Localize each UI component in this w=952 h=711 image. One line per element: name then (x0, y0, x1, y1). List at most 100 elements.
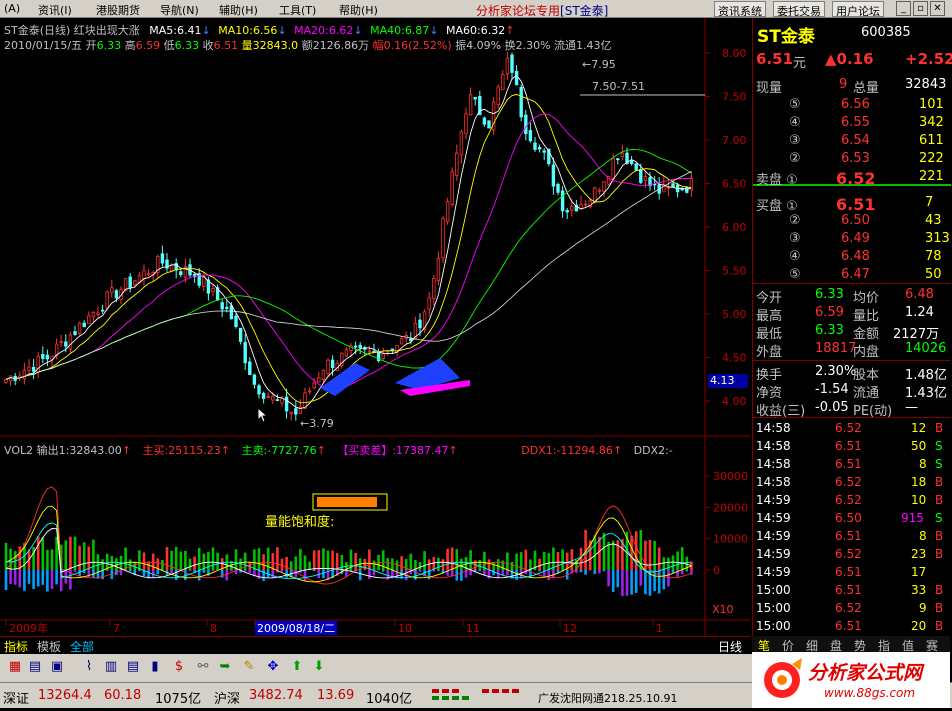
menu-item-help[interactable]: 帮助(H) (339, 2, 378, 18)
chart-icon[interactable]: ▦ (6, 658, 24, 676)
link-icon[interactable]: ⚯ (194, 658, 212, 676)
vol-bar (124, 548, 127, 570)
sz-amount: 1075亿 (155, 688, 201, 707)
vol-bar (161, 560, 164, 570)
close-icon[interactable]: ✕ (930, 1, 945, 16)
sz-index: 13264.4 (38, 688, 92, 703)
tick-volume: 12 (911, 421, 926, 435)
vol-bar (630, 570, 633, 595)
tab-all[interactable]: 全部 (70, 638, 94, 655)
vol-bar (548, 553, 551, 570)
trade-button[interactable]: 委托交易 (773, 1, 825, 17)
stat-value: 6.33 (815, 323, 844, 338)
vol-bar (548, 570, 551, 580)
order-level: ⑤ (789, 267, 801, 282)
candle-body (359, 345, 362, 347)
menu-item-aux[interactable]: 辅助(H) (219, 2, 258, 18)
candle-body (221, 303, 224, 309)
grid-icon[interactable]: ▤ (26, 658, 44, 676)
pen-icon[interactable]: ✎ (240, 658, 258, 676)
forum-button[interactable]: 用户论坛 (832, 1, 884, 17)
vol-bar (580, 570, 583, 572)
tick-row: 14:596.50915S (753, 510, 951, 528)
vol-bar (129, 570, 132, 571)
move-icon[interactable]: ✥ (264, 658, 282, 676)
vol-bar (189, 570, 192, 571)
candle-body (115, 291, 118, 298)
vol-bar (373, 561, 376, 570)
quote-panel: ST金泰 600385 6.51 元 ▲0.16 +2.52 现量 9 总量 3… (752, 18, 950, 636)
ma5-label: MA5:6.41 (149, 24, 201, 37)
vol-bar (331, 551, 334, 570)
order-price: 6.55 (841, 115, 870, 130)
order-level: 卖盘 ① (756, 169, 798, 188)
candle-body (672, 184, 675, 187)
vol-bar (423, 551, 426, 570)
menu-item-nav[interactable]: 导航(N) (160, 2, 199, 18)
candle-body (529, 130, 532, 140)
order-price: 6.50 (841, 213, 870, 228)
tick-side: B (935, 475, 943, 489)
volume-saturation-label: 量能饱和度: (265, 511, 334, 530)
info-system-button[interactable]: 资讯系统 (714, 1, 766, 17)
buy-level: ②6.5043 (753, 212, 951, 230)
stat-value: 18817 (815, 341, 856, 356)
vol-bar (543, 552, 546, 570)
tab-indicators[interactable]: 指标 (4, 638, 28, 655)
sell-level: 卖盘 ① 6.52 221 (753, 168, 951, 186)
vol-bar (157, 570, 160, 574)
export-icon[interactable]: ➥ (216, 658, 234, 676)
tab-templates[interactable]: 模板 (37, 638, 61, 655)
vol-bar (166, 547, 169, 570)
vol-bar (607, 542, 610, 570)
stock-code: 600385 (861, 25, 911, 40)
tick-side: B (935, 619, 943, 633)
order-volume: 221 (919, 169, 944, 184)
period-daily[interactable]: 日线 (718, 638, 742, 655)
vol-bar (681, 570, 684, 574)
down-arrow-icon[interactable]: ⬇ (310, 658, 328, 676)
minimize-icon[interactable]: _ (896, 1, 911, 16)
sell-level: ③6.54611 (753, 132, 951, 150)
bsi-icon[interactable]: ▥ (102, 658, 120, 676)
vol-bar (364, 559, 367, 570)
stat-row: 换手2.30%股本1.48亿 (753, 363, 951, 381)
order-price: 6.49 (841, 231, 870, 246)
tick-row: 14:586.5218B (753, 474, 951, 492)
tick-volume: 20 (911, 619, 926, 633)
eit-icon[interactable]: ▣ (48, 658, 66, 676)
vol-bar (630, 536, 633, 570)
menu-item-a[interactable]: (A) (4, 2, 20, 15)
table-icon[interactable]: ▤ (124, 658, 142, 676)
restore-icon[interactable]: ▫ (913, 1, 928, 16)
stat-label: 内盘 (853, 341, 879, 360)
vol-bar (55, 570, 58, 584)
vol-bar (529, 559, 532, 570)
last-price: 6.51 (756, 50, 793, 68)
tick-time: 14:58 (756, 457, 791, 471)
tick-side: S (935, 511, 943, 525)
order-price: 6.52 (836, 169, 875, 188)
stat-value: 6.33 (815, 287, 844, 302)
stat-row: 最高6.59量比1.24 (753, 304, 951, 322)
candle-body (465, 114, 468, 134)
up-arrow-icon[interactable]: ⬆ (288, 658, 306, 676)
vol-bar (382, 570, 385, 572)
bar-chart-icon[interactable]: ▮ (146, 658, 164, 676)
candle-body (368, 351, 371, 352)
x-tick-label: 11 (466, 622, 480, 635)
kline-chart-area[interactable]: 8.007.507.006.506.005.505.004.504.00←7.9… (0, 18, 750, 636)
kline-chart-svg[interactable]: 8.007.507.006.506.005.505.004.504.00←7.9… (0, 18, 750, 636)
tick-time: 15:00 (756, 601, 791, 615)
vol-bar (216, 553, 219, 570)
annot-high: ←7.95 (582, 58, 616, 71)
vol-bar (32, 547, 35, 570)
dollar-icon[interactable]: $ (170, 658, 188, 676)
menu-item-news[interactable]: 资讯(I) (38, 2, 72, 18)
menu-item-tools[interactable]: 工具(T) (279, 2, 316, 18)
stat-row: 净资-1.54流通1.43亿 (753, 381, 951, 399)
sell-level: ④6.55342 (753, 114, 951, 132)
menu-item-hk-futures[interactable]: 港股期货 (96, 2, 140, 18)
line-chart-icon[interactable]: ⌇ (80, 658, 98, 676)
tick-side: B (935, 421, 943, 435)
